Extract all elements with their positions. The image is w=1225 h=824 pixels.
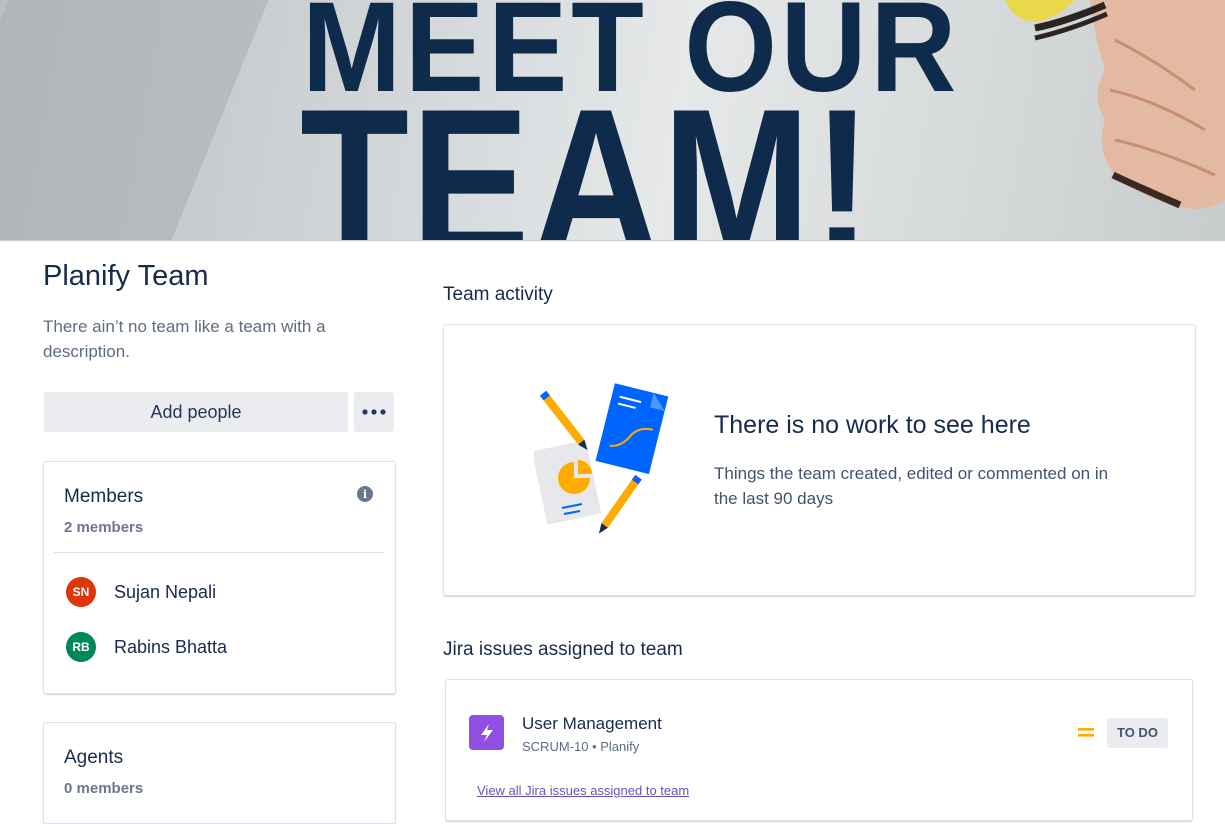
stacked-hands-image	[1005, 0, 1225, 209]
agents-card: Agents 0 members	[43, 722, 396, 824]
team-activity-title: Team activity	[443, 284, 553, 305]
team-activity-card: There is no work to see here Things the …	[443, 324, 1196, 596]
member-item-sujan-nepali[interactable]: SN Sujan Nepali	[66, 577, 216, 607]
view-all-issues-link[interactable]: View all Jira issues assigned to team	[477, 783, 689, 798]
info-icon[interactable]: i	[357, 486, 373, 502]
banner-background-shape	[0, 0, 269, 240]
more-horizontal-icon	[362, 409, 386, 415]
member-name: Sujan Nepali	[114, 581, 217, 602]
banner-heading-line2: TEAM!	[300, 65, 874, 241]
members-count: 2 members	[64, 519, 144, 536]
member-item-rabins-bhatta[interactable]: RB Rabins Bhatta	[66, 632, 227, 662]
add-people-button[interactable]: Add people	[44, 392, 348, 432]
members-title: Members	[64, 486, 144, 507]
empty-state-illustration	[534, 383, 669, 534]
team-name[interactable]: Planify Team	[43, 260, 209, 293]
avatar: SN	[66, 577, 96, 607]
issue-meta: SCRUM-10 • Planify	[522, 739, 640, 754]
team-description[interactable]: There ain’t no team like a team with a d…	[43, 314, 363, 364]
jira-issues-title: Jira issues assigned to team	[443, 639, 683, 660]
members-divider	[54, 552, 385, 553]
epic-lightning-icon	[469, 715, 504, 750]
team-header-banner: MEET OUR TEAM!	[0, 0, 1225, 241]
issue-title[interactable]: User Management	[522, 714, 662, 734]
jira-issues-card: User Management SCRUM-10 • Planify TO DO…	[445, 679, 1193, 821]
empty-state-description: Things the team created, edited or comme…	[714, 464, 1109, 508]
empty-state-title: There is no work to see here	[714, 411, 1031, 439]
avatar: RB	[66, 632, 96, 662]
agents-count: 0 members	[64, 780, 144, 797]
members-card: Members 2 members i SN Sujan Nepali RB R…	[43, 461, 396, 694]
status-badge[interactable]: TO DO	[1107, 718, 1168, 748]
member-name: Rabins Bhatta	[114, 636, 228, 657]
agents-title: Agents	[64, 747, 124, 768]
more-actions-button[interactable]	[354, 392, 394, 432]
priority-medium-icon	[1078, 728, 1094, 737]
